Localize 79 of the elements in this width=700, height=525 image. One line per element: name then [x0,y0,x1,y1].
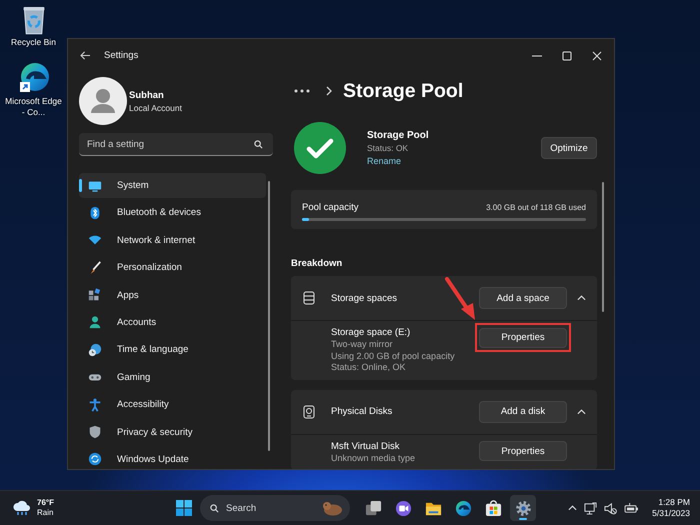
update-icon [88,452,102,466]
item-detail: Two-way mirror [331,339,394,350]
settings-app-button[interactable] [510,495,536,521]
weather-condition[interactable]: Rain [37,508,54,518]
nav-item[interactable]: Bluetooth & devices [79,200,266,226]
recycle-bin-icon[interactable] [20,5,46,35]
nav-item[interactable]: Gaming [79,364,266,390]
add-button[interactable]: Add a disk [479,400,567,422]
edge-icon [454,500,472,516]
windows-logo-icon[interactable] [176,500,192,516]
network-icon[interactable] [584,502,598,514]
time-icon [88,342,102,357]
capacity-label: Pool capacity [302,202,359,213]
chevron-up-icon[interactable] [568,505,578,511]
clock-date[interactable]: 5/31/2023 [652,508,690,519]
temperature[interactable]: 76°F [37,498,54,508]
task-view-icon [364,500,382,516]
search-icon [210,504,219,513]
add-button[interactable]: Add a space [479,287,567,309]
animal-drawing [321,500,343,516]
privacy-icon [88,425,102,440]
item-detail: Unknown media type [331,452,416,464]
capacity-reading: 3.00 GB out of 118 GB used [486,203,586,212]
page-title: Storage Pool [343,80,464,102]
item-detail: Using 2.00 GB of pool capacity [331,350,456,362]
nav-item[interactable]: Personalization [79,255,266,280]
optimize-button[interactable]: Optimize [541,137,597,159]
properties-button[interactable]: Properties [479,441,567,461]
item-title: Storage space (E:) [331,327,412,339]
expander-title: Physical Disks [331,406,392,417]
volume-muted-icon[interactable] [604,502,618,514]
window-title: Settings [104,50,138,61]
avatar-icon [79,77,127,125]
nav-item[interactable]: Windows Update [79,446,266,469]
expander-title: Storage spaces [331,292,398,304]
taskbar-search-field[interactable]: Search [200,495,350,521]
user-name: Subhan [129,88,165,102]
account-type: Local Account [129,102,182,114]
personalization-icon [88,260,102,275]
nav-item[interactable]: Time & language [79,337,266,362]
chevron-right-icon [326,86,332,96]
section-heading: Breakdown [291,258,344,269]
annotation-arrow [443,277,477,323]
nav-item[interactable]: Accessibility [79,392,266,418]
apps-icon [88,288,102,302]
desktop-icon-label[interactable]: Recycle Bin [11,37,56,48]
pool-status: Status: OK [367,142,410,154]
accessibility-icon [88,398,102,412]
nav-item[interactable]: Privacy & security [79,420,266,445]
more-icon[interactable] [294,89,310,93]
scrollbar[interactable] [268,181,270,451]
nav-item[interactable]: Apps [79,282,266,308]
search-icon [254,140,263,149]
nav-item[interactable]: Network & internet [79,228,266,253]
desktop-icon-label[interactable]: Microsoft Edge - Co... [4,96,64,118]
settings-search-field[interactable]: Find a setting [79,133,273,156]
clock-time[interactable]: 1:28 PM [658,497,690,508]
chevron-up-icon[interactable] [577,295,586,301]
item-title: Msft Virtual Disk [331,440,400,452]
nav-item[interactable]: Accounts [79,310,266,335]
system-icon [88,178,102,192]
store-icon [484,500,502,516]
nav-item[interactable]: System [79,173,266,198]
item-detail: Status: Online, OK [331,362,407,374]
back-arrow-icon[interactable] [80,51,91,60]
pool-name: Storage Pool [367,128,429,142]
bluetooth-icon [88,206,102,220]
gear-icon [514,500,532,516]
rename-link[interactable]: Rename [367,154,429,168]
scrollbar[interactable] [602,182,604,312]
battery-icon[interactable] [624,502,640,514]
edge-icon[interactable] [18,62,50,94]
chat-icon [394,500,412,516]
chevron-up-icon[interactable] [577,408,586,414]
cloud-rain-icon[interactable] [12,500,32,516]
accounts-icon [88,315,102,330]
check-circle-icon [294,122,346,174]
properties-button[interactable]: Properties [479,328,567,348]
database-icon [303,291,315,305]
